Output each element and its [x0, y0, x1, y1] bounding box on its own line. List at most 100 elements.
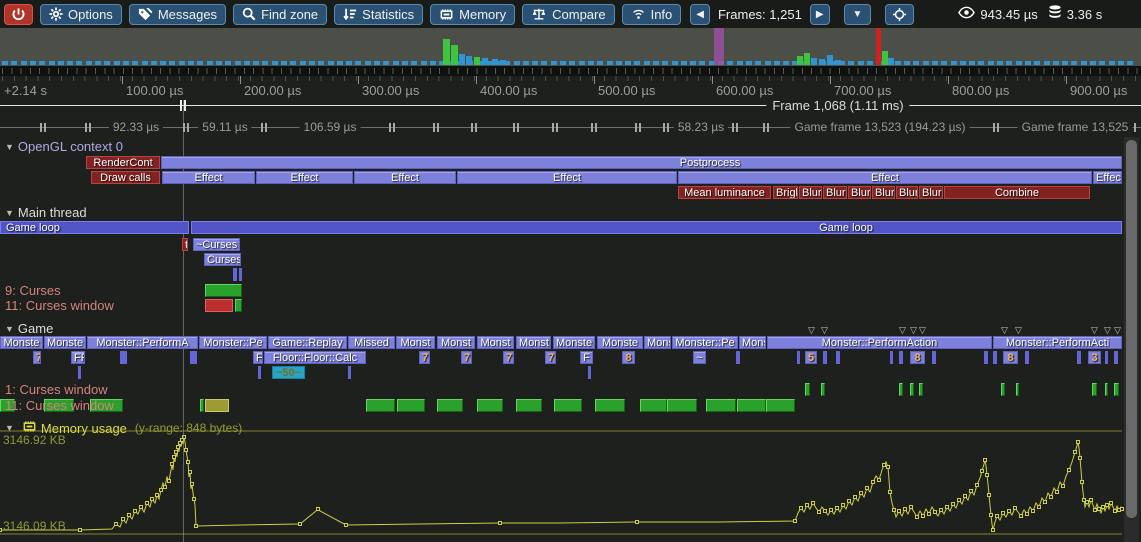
thread-header-main-thread[interactable]: ▼Main thread: [5, 205, 87, 220]
timeline-zone[interactable]: Effect: [354, 171, 456, 184]
timeline-zone[interactable]: [190, 351, 197, 364]
timeline-zone[interactable]: Monste: [553, 336, 595, 349]
lock-bar[interactable]: [397, 399, 425, 412]
frame-mark[interactable]: [261, 123, 263, 132]
marker-triangle-icon[interactable]: ▽: [919, 325, 926, 336]
timeline-zone[interactable]: Blur: [848, 186, 871, 199]
timeline-zone[interactable]: [836, 351, 840, 364]
timeline-zone[interactable]: Missed: [348, 336, 395, 349]
frame-mark[interactable]: [736, 123, 738, 132]
timeline-zone[interactable]: 8: [1003, 351, 1018, 364]
frame-mark[interactable]: [437, 123, 439, 132]
frame-mark[interactable]: [667, 123, 669, 132]
timeline-zone[interactable]: ~: [693, 351, 706, 364]
scrollbar-track[interactable]: [1124, 137, 1139, 542]
timeline-zone[interactable]: Effect: [457, 171, 677, 184]
lock-bar[interactable]: [1105, 383, 1108, 396]
lock-bar[interactable]: [737, 399, 766, 412]
timeline-zone[interactable]: 7: [503, 351, 514, 364]
timeline-zone[interactable]: Mons: [644, 336, 671, 349]
lock-bar[interactable]: [200, 399, 204, 412]
timeline-zone[interactable]: RenderCont: [86, 156, 160, 169]
timeline-zone[interactable]: FF: [71, 351, 85, 364]
timeline-zone[interactable]: [890, 351, 893, 364]
timeline-zone[interactable]: Game loop: [191, 221, 1122, 234]
marker-triangle-icon[interactable]: ▽: [910, 325, 917, 336]
lock-bar[interactable]: [1001, 383, 1005, 396]
timeline-zone[interactable]: [899, 351, 903, 364]
timeline-zone[interactable]: [797, 351, 800, 364]
frame-mark[interactable]: [595, 123, 597, 132]
next-frame-button[interactable]: ▶: [810, 4, 830, 25]
lock-bar[interactable]: [205, 399, 229, 412]
timeline-zone[interactable]: Draw calls: [91, 171, 160, 184]
marker-triangle-icon[interactable]: ▽: [821, 325, 828, 336]
lock-bar[interactable]: [554, 399, 582, 412]
lock-bar[interactable]: [1092, 383, 1097, 396]
timeline-zone[interactable]: Blur: [896, 186, 918, 199]
timeline-zone[interactable]: Monst: [516, 336, 551, 349]
frame-mark-label[interactable]: 106.59 µs: [300, 120, 361, 134]
lock-bar[interactable]: [766, 399, 795, 412]
frame-mark[interactable]: [732, 123, 734, 132]
timeline-zone[interactable]: [239, 268, 242, 281]
lock-bar[interactable]: [919, 383, 923, 396]
frame-mark[interactable]: [40, 123, 42, 132]
frame-mark-label[interactable]: Game frame 13,525: [1018, 120, 1133, 134]
marker-triangle-icon[interactable]: ▽: [1001, 325, 1008, 336]
find-zone-button[interactable]: Find zone: [233, 4, 327, 25]
timeline-zone[interactable]: Effect: [256, 171, 353, 184]
timeline-zone[interactable]: Postprocess: [161, 156, 1122, 169]
lock-bar[interactable]: [477, 399, 503, 412]
timeline-zone[interactable]: Game::Replay: [268, 336, 347, 349]
timeline-zone[interactable]: ~Curses: [193, 238, 240, 251]
lock-bar[interactable]: [516, 399, 542, 412]
frame-mark[interactable]: [187, 123, 189, 132]
lock-bar[interactable]: [821, 383, 825, 396]
lock-bar[interactable]: [910, 383, 914, 396]
lock-bar[interactable]: [805, 383, 810, 396]
timeline-zone[interactable]: F: [580, 351, 593, 364]
marker-triangle-icon[interactable]: ▽: [1015, 325, 1022, 336]
timeline-zone[interactable]: [1025, 351, 1029, 364]
frame-mark[interactable]: [635, 123, 637, 132]
info-button[interactable]: Info: [622, 4, 682, 25]
timeline-zone[interactable]: Monste: [597, 336, 643, 349]
frame-mark-label[interactable]: 92.33 µs: [109, 120, 163, 134]
lock-bar[interactable]: [1114, 383, 1119, 396]
timeline-zone[interactable]: Blur: [799, 186, 822, 199]
statistics-button[interactable]: Statistics: [334, 4, 423, 25]
lock-bar[interactable]: [1016, 383, 1019, 396]
frame-mark[interactable]: [389, 123, 391, 132]
prev-frame-button[interactable]: ◀: [690, 4, 710, 25]
timeline-zone[interactable]: [120, 351, 127, 364]
timeline-zone[interactable]: Effect: [678, 171, 1092, 184]
frame-mark-label[interactable]: 59.11 µs: [198, 120, 251, 134]
timeline-zone[interactable]: Floor::Floor::Calc: [264, 351, 366, 364]
frame-mark[interactable]: [513, 123, 515, 132]
timeline-zone[interactable]: [993, 351, 997, 364]
timeline-zone[interactable]: [1114, 351, 1118, 364]
lock-bar[interactable]: [706, 399, 736, 412]
timeline-zone[interactable]: 8: [910, 351, 925, 364]
timeline-zone[interactable]: Monst: [396, 336, 435, 349]
timeline-zone[interactable]: Monst: [477, 336, 514, 349]
timeline-zone[interactable]: [258, 366, 261, 379]
compare-button[interactable]: Compare: [522, 4, 614, 25]
lock-bar[interactable]: [235, 299, 242, 312]
frame-mark[interactable]: [552, 123, 554, 132]
timeline-zone[interactable]: 7: [545, 351, 556, 364]
frame-mark[interactable]: [44, 123, 46, 132]
frame-timeline-strip[interactable]: [0, 28, 1141, 66]
power-button[interactable]: [4, 4, 33, 25]
lock-bar[interactable]: [437, 399, 463, 412]
timeline-zone[interactable]: [823, 351, 827, 364]
timeline-zone[interactable]: Monster::PerformActi: [993, 336, 1122, 349]
timeline-zone[interactable]: Monster::Pe: [199, 336, 267, 349]
timeline-zone[interactable]: Blur: [872, 186, 895, 199]
current-frame-label[interactable]: Frame 1,068 (1.11 ms): [766, 98, 909, 113]
timeline-zone[interactable]: Mons: [739, 336, 766, 349]
timeline-zone[interactable]: Monste: [0, 336, 43, 349]
frame-mark[interactable]: [265, 123, 267, 132]
timeline-zone[interactable]: [932, 351, 936, 364]
